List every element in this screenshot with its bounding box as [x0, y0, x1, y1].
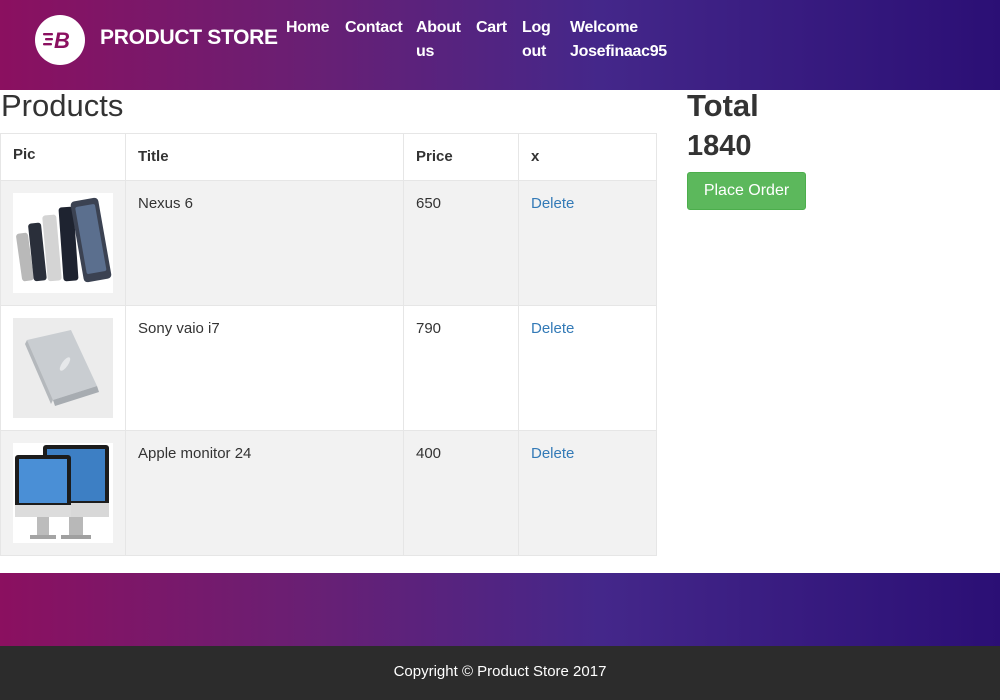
footer-banner: [0, 573, 1000, 646]
nav-home[interactable]: Home: [286, 16, 330, 40]
table-row: Sony vaio i7 790 Delete: [0, 305, 657, 431]
brand-name[interactable]: PRODUCT STORE: [100, 26, 278, 50]
delete-link[interactable]: Delete: [531, 320, 574, 337]
column-header-pic: Pic: [0, 133, 126, 181]
delete-link[interactable]: Delete: [531, 195, 574, 212]
product-title: Nexus 6: [125, 180, 404, 306]
nav-about-line1: About: [416, 19, 461, 36]
column-header-title: Title: [125, 133, 404, 181]
table-row: Apple monitor 24 400 Delete: [0, 430, 657, 556]
product-title: Sony vaio i7: [125, 305, 404, 431]
products-heading: Products: [1, 88, 124, 123]
table-header-row: Pic Title Price x: [0, 133, 657, 181]
product-price: 650: [403, 180, 519, 306]
svg-text:B: B: [54, 28, 70, 53]
table-cell-action: Delete: [518, 430, 657, 556]
nav-about-line2: us: [416, 43, 435, 60]
nav-cart[interactable]: Cart: [476, 16, 507, 40]
total-heading: Total: [687, 88, 759, 123]
total-amount: 1840: [687, 130, 752, 162]
product-price: 400: [403, 430, 519, 556]
delete-link[interactable]: Delete: [531, 445, 574, 462]
nav-contact[interactable]: Contact: [345, 16, 403, 40]
store-logo-icon[interactable]: B: [35, 15, 85, 65]
table-cell-action: Delete: [518, 180, 657, 306]
sony-laptop-image: [13, 318, 113, 418]
navbar: B PRODUCT STORE Home Contact About us Ca…: [0, 0, 1000, 90]
product-title: Apple monitor 24: [125, 430, 404, 556]
table-cell-pic: [0, 430, 126, 556]
table-cell-pic: [0, 305, 126, 431]
nexus-phones-image: [13, 193, 113, 293]
table-row: Nexus 6 650 Delete: [0, 180, 657, 306]
column-header-price: Price: [403, 133, 519, 181]
column-header-x: x: [518, 133, 657, 181]
nav-welcome-user[interactable]: Welcome Josefinaac95: [570, 16, 667, 64]
place-order-button[interactable]: Place Order: [687, 172, 806, 210]
table-cell-pic: [0, 180, 126, 306]
nav-about-us[interactable]: About us: [416, 16, 461, 64]
nav-logout-line1: Log: [522, 19, 551, 36]
table-cell-action: Delete: [518, 305, 657, 431]
nav-logout-line2: out: [522, 43, 546, 60]
nav-welcome-line2: Josefinaac95: [570, 43, 667, 60]
copyright-text: Copyright © Product Store 2017: [393, 663, 607, 680]
nav-welcome-line1: Welcome: [570, 19, 638, 36]
apple-monitor-image: [13, 443, 113, 543]
footer: Copyright © Product Store 2017: [0, 646, 1000, 700]
cart-table: Pic Title Price x Nexus 6 650 Delete Son…: [0, 133, 657, 556]
nav-logout[interactable]: Log out: [522, 16, 551, 64]
product-price: 790: [403, 305, 519, 431]
